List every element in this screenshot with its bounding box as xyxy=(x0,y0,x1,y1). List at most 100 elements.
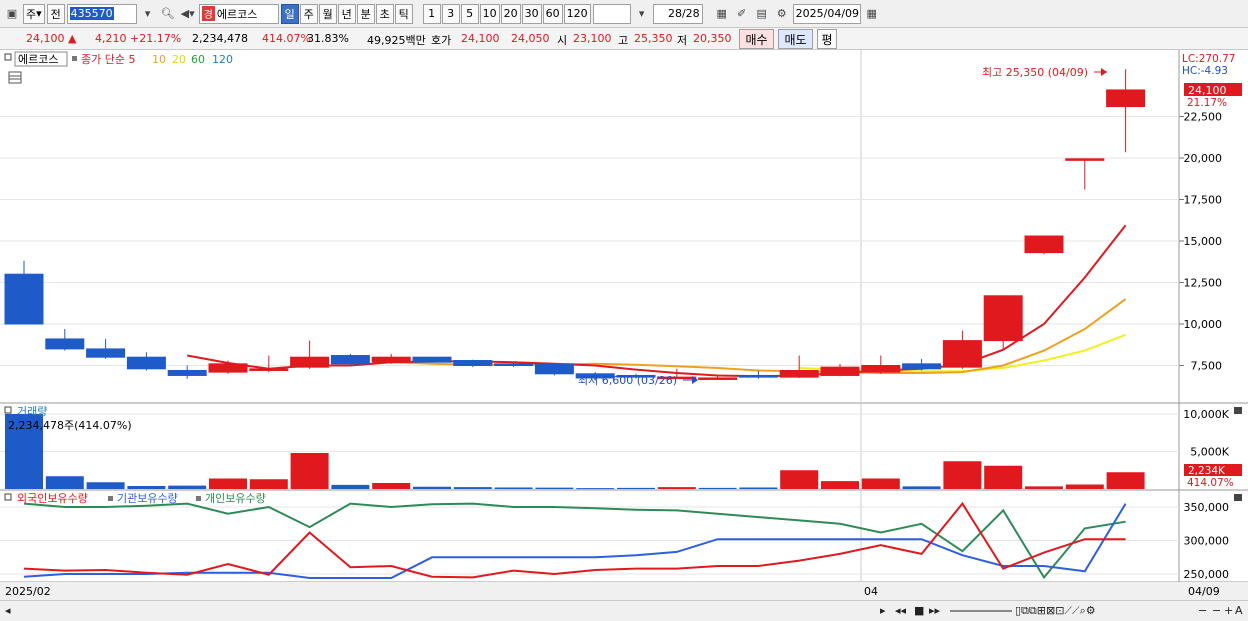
volume-pct-tag: 414.07% xyxy=(1187,477,1234,489)
x-label-end: 04/09 xyxy=(1188,585,1220,598)
interval-buttons: 1 3 5 10 20 30 60 120 xyxy=(422,3,591,24)
period-tab-0[interactable]: 일 xyxy=(280,3,299,24)
open-label: 시 xyxy=(557,34,568,47)
candle-body xyxy=(45,338,85,350)
count-field[interactable]: 28/28 xyxy=(652,3,703,24)
candle-body xyxy=(330,355,370,365)
high-annotation: 최고 25,350 (04/09) xyxy=(982,66,1088,79)
price-tick-label: 17,500 xyxy=(1184,194,1223,207)
zoom-slider[interactable] xyxy=(950,610,1012,612)
volume-ratio: 414.07% xyxy=(262,32,311,45)
price-tick-label: 7,500 xyxy=(1191,360,1223,373)
legend-institution: 기관보유수량 xyxy=(117,492,178,505)
legend-ma20: 20 xyxy=(172,53,186,66)
speaker-icon[interactable]: ◀▾ xyxy=(179,4,197,24)
volume-bar xyxy=(453,487,492,489)
low-price: 20,350 xyxy=(693,32,732,45)
zoom-out-icon[interactable]: − xyxy=(1198,604,1207,617)
period-tab-6[interactable]: 틱 xyxy=(394,3,413,24)
interval-button-10[interactable]: 10 xyxy=(479,3,500,24)
open-price: 23,100 xyxy=(573,32,612,45)
period-tab-5[interactable]: 초 xyxy=(375,3,394,24)
candle-body xyxy=(371,356,411,363)
scroll-left-icon[interactable]: ◂ xyxy=(5,604,11,617)
date-input[interactable]: 2025/04/09 xyxy=(792,3,861,24)
interval-button-30[interactable]: 30 xyxy=(521,3,542,24)
chart-settings-icon[interactable]: ▦ xyxy=(713,4,731,24)
rewind-icon[interactable]: ◂◂ xyxy=(895,604,906,617)
mode-select[interactable]: 주 ▾ xyxy=(23,3,45,24)
warning-badge: 경 xyxy=(201,6,215,21)
interval-dropdown-icon[interactable]: ▾ xyxy=(633,4,651,24)
eval-button[interactable]: 평 xyxy=(817,29,837,49)
text-tool-icon[interactable]: A xyxy=(1235,604,1243,617)
volume-current-tag: 2,234K xyxy=(1188,465,1226,477)
calendar-icon[interactable]: ▦ xyxy=(863,4,881,24)
tool-icons[interactable]: ▯⧉⧉⊞⊠⊡⟋⟋⌕⚙ xyxy=(1015,604,1096,618)
candle-body xyxy=(1106,89,1146,108)
interval-button-20[interactable]: 20 xyxy=(500,3,521,24)
table-toggle-icon[interactable] xyxy=(8,71,22,84)
volume-bar xyxy=(535,487,574,489)
volume-bar xyxy=(494,487,533,489)
volume-tick-label: 5,000K xyxy=(1190,446,1229,459)
fast-forward-icon[interactable]: ▸▸ xyxy=(929,604,940,617)
code-dropdown-icon[interactable]: ▾ xyxy=(139,4,157,24)
bottom-scroll-bar[interactable]: ◂ ▸ ◂◂ ■ ▸▸ ▯⧉⧉⊞⊠⊡⟋⟋⌕⚙ − − + A xyxy=(0,600,1248,621)
stock-chart[interactable]: 22,500 20,000 17,500 15,000 12,500 10,000 7,50… xyxy=(0,50,1248,600)
candle-body xyxy=(902,363,942,370)
bid-price: 24,050 xyxy=(511,32,550,45)
draw-tool-icon[interactable]: ✐ xyxy=(733,4,751,24)
period-tab-1[interactable]: 주 xyxy=(299,3,318,24)
volume-tick-label: 10,000K xyxy=(1183,408,1229,421)
x-label-mid: 04 xyxy=(864,585,878,598)
volume-title: 거래량 xyxy=(17,405,47,418)
interval-button-1[interactable]: 1 xyxy=(422,3,441,24)
change-amount: 4,210 xyxy=(95,32,127,45)
period-tab-2[interactable]: 월 xyxy=(318,3,337,24)
volume-bar xyxy=(576,488,615,490)
holding-close-icon[interactable] xyxy=(1234,494,1242,501)
window-menu-icon[interactable]: ▣ xyxy=(3,4,21,24)
volume-bar xyxy=(168,485,207,489)
volume-bar xyxy=(413,486,451,489)
x-label-start: 2025/02 xyxy=(5,585,51,598)
period-tab-4[interactable]: 분 xyxy=(356,3,375,24)
sell-button[interactable]: 매도 xyxy=(778,29,813,49)
interval-custom-input[interactable] xyxy=(592,3,631,24)
volume-bar xyxy=(127,486,166,489)
minus-icon[interactable]: − xyxy=(1212,604,1221,617)
stop-icon[interactable]: ■ xyxy=(914,604,924,617)
candle-body xyxy=(167,369,207,376)
volume-bar xyxy=(861,478,900,489)
candle-body xyxy=(534,363,574,375)
interval-button-5[interactable]: 5 xyxy=(460,3,479,24)
gear-icon[interactable]: ⚙ xyxy=(773,4,791,24)
legend-foreign: 외국인보유수량 xyxy=(17,492,88,505)
candle-body xyxy=(412,356,452,363)
volume-bar xyxy=(45,476,84,489)
holding-tick-label: 350,000 xyxy=(1184,501,1230,514)
period-tab-3[interactable]: 년 xyxy=(337,3,356,24)
hoga-label: 호가 xyxy=(431,34,452,47)
chart-area[interactable]: 22,500 20,000 17,500 15,000 12,500 10,000 7,50… xyxy=(0,50,1248,600)
stock-code-input[interactable]: 435570 xyxy=(66,3,137,24)
interval-button-60[interactable]: 60 xyxy=(542,3,563,24)
trade-amount: 49,925백만 xyxy=(367,34,426,47)
search-icon[interactable]: 🔍︎ xyxy=(159,4,177,24)
volume-bar xyxy=(1065,484,1104,489)
plus-icon[interactable]: + xyxy=(1224,604,1233,617)
buy-button[interactable]: 매수 xyxy=(739,29,774,49)
volume-bar xyxy=(1106,472,1145,489)
interval-button-3[interactable]: 3 xyxy=(441,3,460,24)
candle-body xyxy=(983,295,1023,342)
save-icon[interactable]: ▤ xyxy=(753,4,771,24)
volume-bar xyxy=(657,487,696,489)
candle-body xyxy=(208,363,248,373)
prev-button[interactable]: 전 xyxy=(46,3,65,24)
candle-body xyxy=(942,340,982,368)
change-percent: +21.17% xyxy=(130,32,182,45)
play-icon[interactable]: ▸ xyxy=(880,604,886,617)
interval-button-120[interactable]: 120 xyxy=(563,3,591,24)
volume-close-icon[interactable] xyxy=(1234,407,1242,414)
